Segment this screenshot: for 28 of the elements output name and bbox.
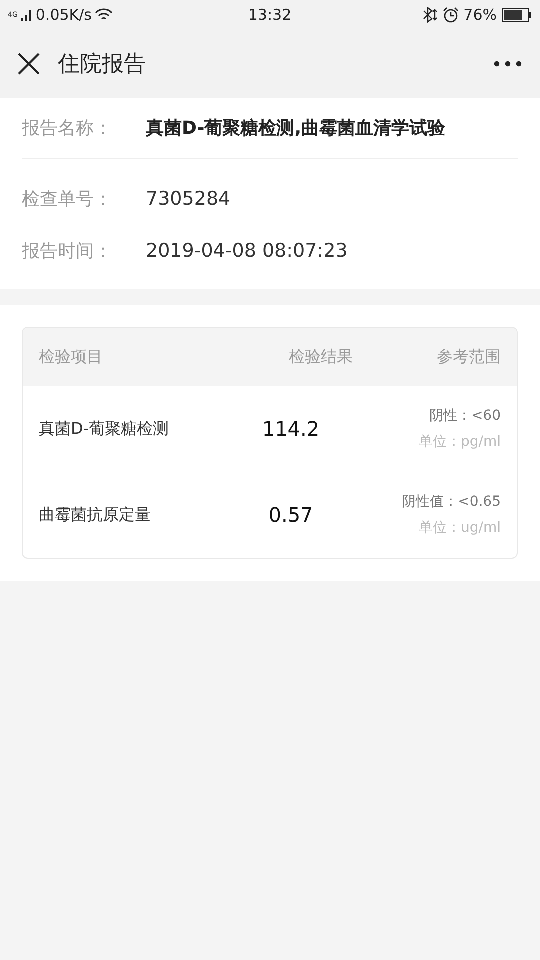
field-label: 报告时间： bbox=[22, 240, 113, 263]
test-result: 114.2 bbox=[261, 417, 321, 441]
test-name: 真菌D-葡聚糖检测 bbox=[39, 418, 170, 440]
column-header: 检验结果 bbox=[288, 346, 354, 368]
field-label: 检查单号： bbox=[22, 188, 113, 211]
reference-range: 阴性值：<0.65 bbox=[402, 493, 501, 511]
alarm-icon bbox=[442, 7, 459, 23]
signal-icon bbox=[20, 9, 33, 21]
column-header: 检验项目 bbox=[39, 346, 104, 368]
wifi-icon bbox=[95, 8, 113, 22]
more-icon[interactable] bbox=[494, 61, 522, 67]
field-value: 2019-04-08 08:07:23 bbox=[146, 240, 348, 262]
battery-icon bbox=[502, 8, 532, 22]
test-result: 0.57 bbox=[268, 503, 314, 527]
unit-label: 单位：ug/ml bbox=[418, 519, 501, 537]
bluetooth-icon bbox=[422, 7, 438, 23]
page-title: 住院报告 bbox=[58, 51, 147, 79]
field-label: 报告名称： bbox=[22, 117, 113, 140]
field-value: 7305284 bbox=[146, 188, 231, 210]
column-header: 参考范围 bbox=[436, 346, 501, 368]
test-name: 曲霉菌抗原定量 bbox=[39, 504, 152, 526]
network-speed: 0.05K/s bbox=[36, 6, 92, 24]
reference-range: 阴性：<60 bbox=[429, 407, 501, 425]
battery-percent: 76% bbox=[464, 6, 498, 24]
close-icon[interactable] bbox=[18, 53, 40, 75]
clock: 13:32 bbox=[247, 6, 293, 24]
report-name: 真菌D-葡聚糖检测,曲霉菌血清学试验 bbox=[146, 117, 446, 140]
unit-label: 单位：pg/ml bbox=[418, 433, 501, 451]
